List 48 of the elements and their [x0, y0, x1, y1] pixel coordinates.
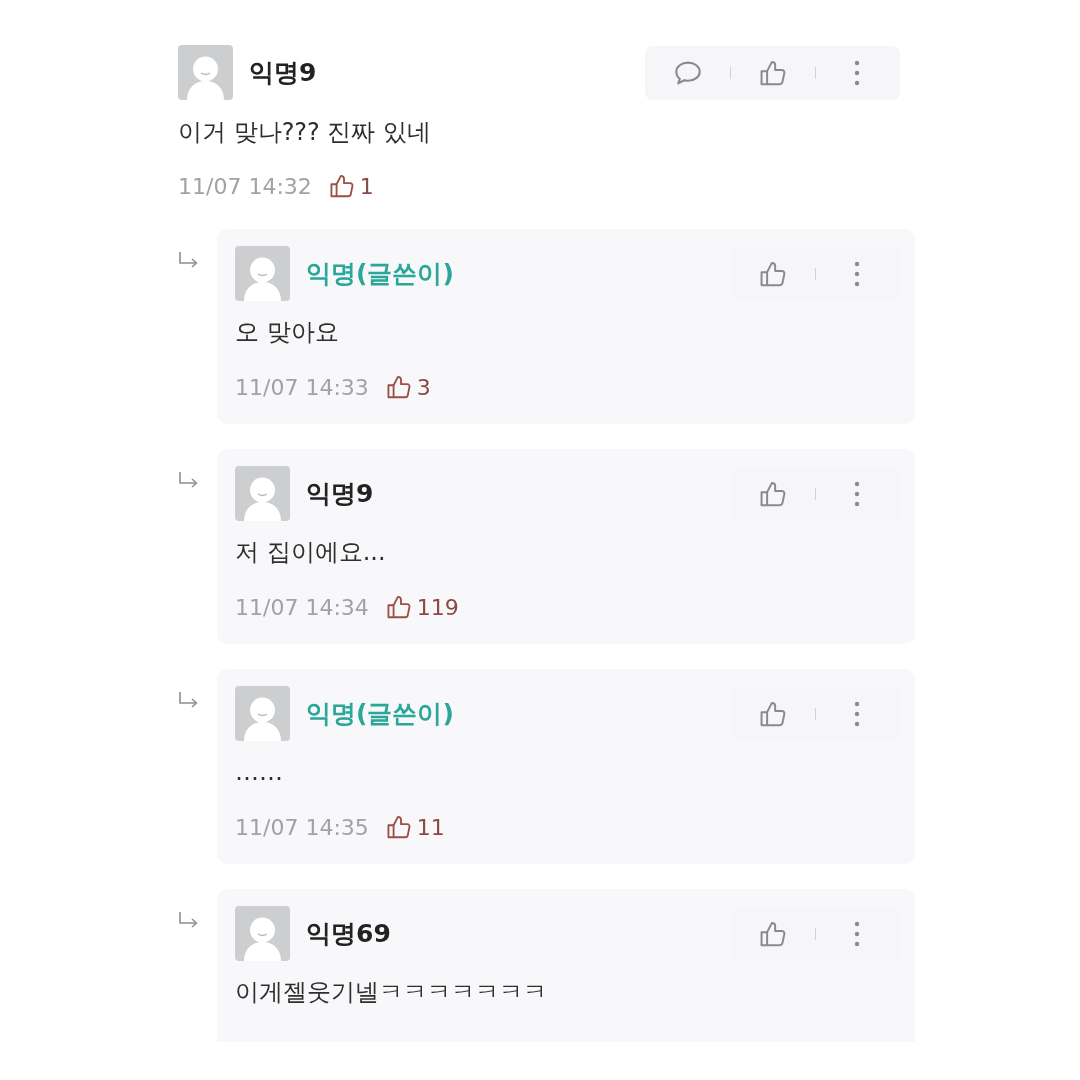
reply-arrow-icon — [178, 691, 198, 709]
comment-text: 저 집이에요... — [235, 537, 387, 568]
thumbs-up-icon — [329, 174, 354, 198]
like-button[interactable] — [760, 59, 786, 86]
avatar-icon — [235, 686, 290, 741]
more-icon — [854, 480, 860, 507]
comment-time: 11/07 14:33 — [235, 374, 369, 400]
like-count: 3 — [416, 374, 431, 400]
comment-icon — [675, 59, 701, 86]
like-count: 1 — [359, 173, 374, 199]
author-name: 익명(글쓴이) — [306, 698, 454, 730]
reply-button[interactable] — [675, 59, 701, 86]
thumbs-up-icon — [386, 595, 411, 619]
like-count: 11 — [416, 814, 445, 840]
comment-time: 11/07 14:34 — [235, 594, 369, 620]
author-name: 익명(글쓴이) — [306, 258, 454, 290]
comment-text: 오 맞아요 — [235, 317, 340, 348]
comment-time: 11/07 14:35 — [235, 814, 369, 840]
thumbs-up-icon — [760, 260, 786, 287]
comment-text: 이게젤웃기넬ㅋㅋㅋㅋㅋㅋㅋ — [235, 977, 548, 1008]
more-icon — [854, 260, 860, 287]
author-name: 익명69 — [306, 918, 391, 950]
like-button[interactable] — [760, 920, 786, 947]
more-icon — [854, 700, 860, 727]
thumbs-up-icon — [760, 920, 786, 947]
avatar-icon — [235, 466, 290, 521]
comment-text: …… — [235, 757, 284, 788]
reply-arrow-icon — [178, 911, 198, 929]
thumbs-up-icon — [760, 480, 786, 507]
like-button[interactable] — [760, 700, 786, 727]
avatar-icon — [235, 906, 290, 961]
like-button[interactable] — [760, 260, 786, 287]
more-icon — [854, 920, 860, 947]
like-count: 119 — [416, 594, 459, 620]
comment-time: 11/07 14:32 — [178, 173, 312, 199]
thumbs-up-icon — [760, 59, 786, 86]
like-button[interactable] — [760, 480, 786, 507]
reply-arrow-icon — [178, 251, 198, 269]
author-name: 익명9 — [249, 57, 317, 89]
comment-text: 이거 맞나??? 진짜 있네 — [178, 117, 433, 148]
thumbs-up-icon — [386, 815, 411, 839]
reply-arrow-icon — [178, 471, 198, 489]
thumbs-up-icon — [386, 375, 411, 399]
author-name: 익명9 — [306, 478, 374, 510]
thumbs-up-icon — [760, 700, 786, 727]
avatar-icon — [235, 246, 290, 301]
more-icon — [854, 59, 860, 86]
avatar-icon — [178, 45, 233, 100]
